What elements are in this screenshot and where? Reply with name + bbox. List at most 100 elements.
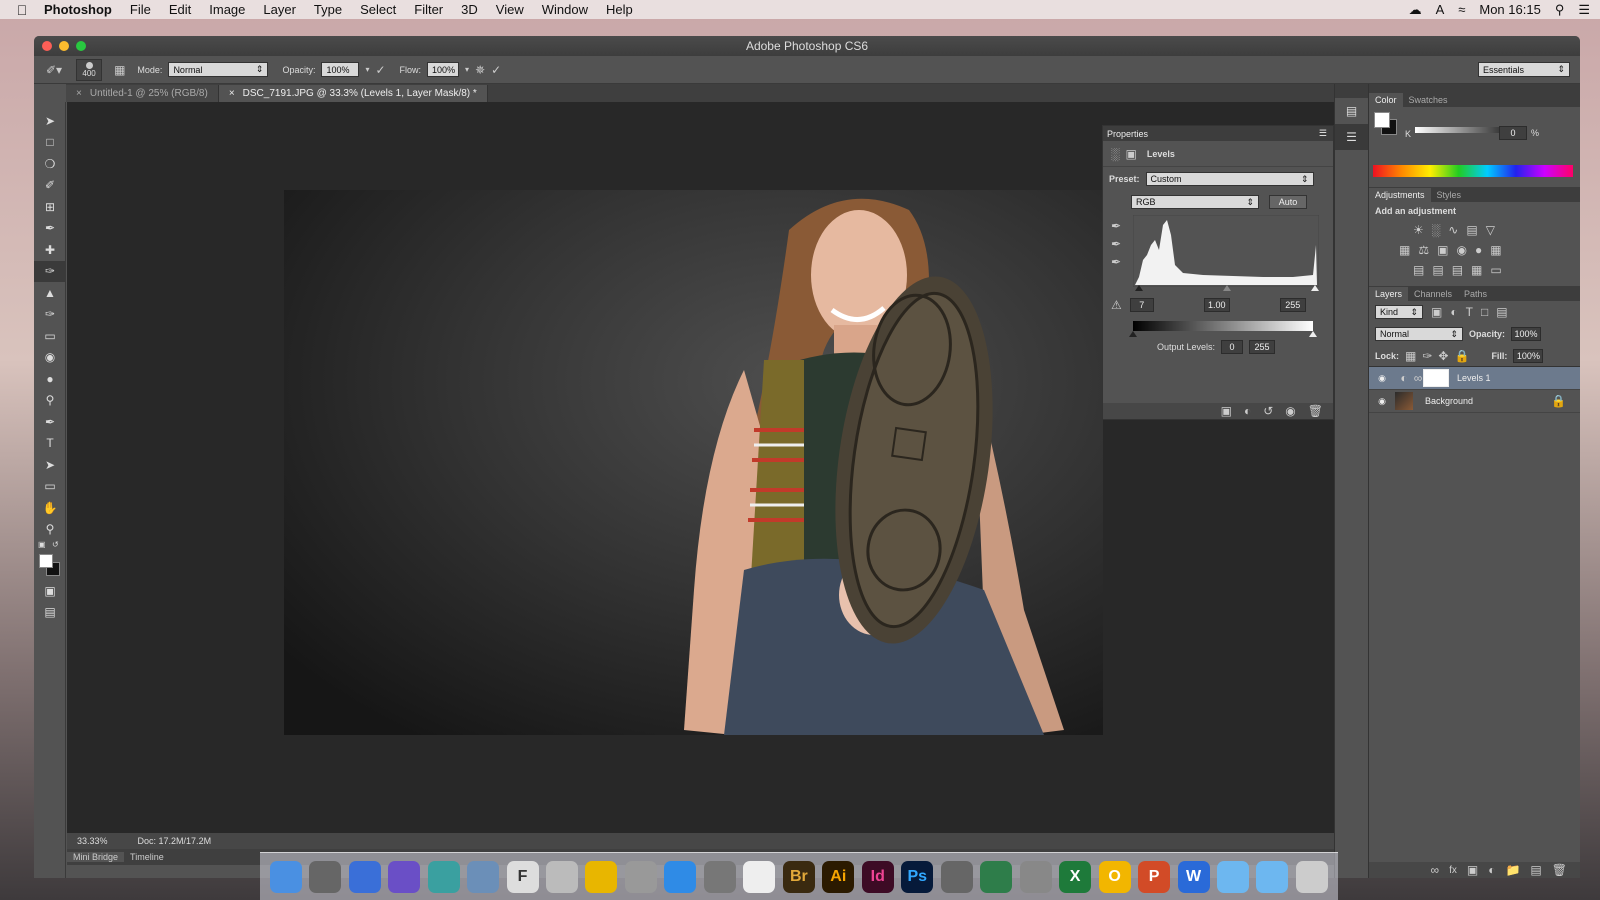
menu-window[interactable]: Window xyxy=(533,2,597,17)
layer-thumbnail[interactable] xyxy=(1395,392,1413,410)
mail-icon[interactable] xyxy=(546,860,579,893)
link-layers-icon[interactable]: ∞ xyxy=(1431,863,1440,877)
menubar-clock[interactable]: Mon 16:15 xyxy=(1479,2,1540,17)
calculate-histogram-icon[interactable]: ⚠ xyxy=(1111,298,1122,312)
minimize-window-button[interactable] xyxy=(59,41,69,51)
selective-color-icon[interactable]: ▦ xyxy=(1471,263,1482,277)
k-value-field[interactable]: 0 xyxy=(1499,126,1527,140)
input-black-field[interactable]: 7 xyxy=(1129,298,1154,312)
adobe-icon[interactable]: A xyxy=(1436,2,1445,17)
wifi-icon[interactable]: ≈ xyxy=(1458,2,1465,17)
brightness-contrast-icon[interactable]: ☀ xyxy=(1413,223,1424,237)
tab-layers[interactable]: Layers xyxy=(1369,287,1409,301)
layer-row-levels-1[interactable]: ◉ ◐ ∞ Levels 1 xyxy=(1369,367,1580,390)
font-book-icon[interactable]: F xyxy=(506,860,539,893)
menu-select[interactable]: Select xyxy=(351,2,405,17)
input-gamma-field[interactable]: 1.00 xyxy=(1203,298,1230,312)
filter-pixel-icon[interactable]: ▣ xyxy=(1431,305,1442,319)
quick-selection-tool-icon[interactable]: ✐ xyxy=(34,175,66,197)
menu-filter[interactable]: Filter xyxy=(405,2,452,17)
word-icon[interactable]: W xyxy=(1177,860,1210,893)
safari-icon[interactable] xyxy=(664,860,697,893)
lock-all-icon[interactable]: 🔒 xyxy=(1454,349,1469,363)
tab-color[interactable]: Color xyxy=(1369,93,1403,107)
healing-brush-tool-icon[interactable]: ✚ xyxy=(34,239,66,261)
screen-mode-icon[interactable]: ▤ xyxy=(34,602,66,624)
filter-type-icon[interactable]: T xyxy=(1466,305,1473,319)
document-photo[interactable] xyxy=(284,190,1103,735)
brush-tool-preset-icon[interactable]: ✐▾ xyxy=(46,63,62,77)
link-chain-icon[interactable]: ∞ xyxy=(1413,371,1423,385)
brush-size-picker[interactable]: 400 xyxy=(76,58,103,81)
color-balance-icon[interactable]: ⚖ xyxy=(1418,243,1429,257)
gradient-map-icon[interactable]: ▭ xyxy=(1490,263,1501,277)
filter-adjustment-icon[interactable]: ◐ xyxy=(1450,305,1457,319)
lock-position-icon[interactable]: ✥ xyxy=(1438,349,1448,363)
color-fg-swatch[interactable] xyxy=(1374,112,1390,128)
dvd-player-icon[interactable] xyxy=(348,860,381,893)
menu-3d[interactable]: 3D xyxy=(452,2,487,17)
pencil-app-icon[interactable] xyxy=(1019,860,1052,893)
output-black-slider[interactable] xyxy=(1129,331,1137,337)
doc-tab-dsc7191[interactable]: × DSC_7191.JPG @ 33.3% (Levels 1, Layer … xyxy=(218,85,488,102)
curves-icon[interactable]: ∿ xyxy=(1448,223,1458,237)
iphoto-icon[interactable] xyxy=(427,860,460,893)
filter-smart-object-icon[interactable]: ▤ xyxy=(1496,305,1507,319)
workspace-dropdown[interactable]: Essentials ⇕ xyxy=(1478,62,1570,77)
menu-help[interactable]: Help xyxy=(597,2,642,17)
gray-point-eyedropper-icon[interactable]: ✒ xyxy=(1111,237,1121,251)
hue-saturation-icon[interactable]: ▦ xyxy=(1399,243,1410,257)
airbrush-icon[interactable]: ✵ xyxy=(475,63,485,77)
channel-mixer-icon[interactable]: ● xyxy=(1475,243,1482,257)
properties-tab[interactable]: Properties ☰ xyxy=(1103,126,1333,141)
swap-colors-icon[interactable]: ↺ xyxy=(52,540,59,549)
history-brush-tool-icon[interactable]: ✑ xyxy=(34,304,66,326)
path-selection-tool-icon[interactable]: ➤ xyxy=(34,454,66,476)
mode-dropdown[interactable]: Normal ⇕ xyxy=(168,62,269,77)
panel-menu-icon[interactable]: ☰ xyxy=(1319,128,1333,139)
input-gamma-slider[interactable] xyxy=(1223,285,1231,291)
flow-field[interactable]: 100% xyxy=(427,62,460,77)
applications-folder-icon[interactable] xyxy=(1216,860,1249,893)
photoshop-icon[interactable]: Ps xyxy=(901,860,934,893)
color-spectrum-bar[interactable] xyxy=(1373,165,1573,177)
eye-visibility-icon[interactable]: ◉ xyxy=(1369,396,1395,407)
levels-icon[interactable]: ░ xyxy=(1432,223,1441,237)
close-window-button[interactable] xyxy=(42,41,52,51)
lasso-tool-icon[interactable]: ❍ xyxy=(34,153,66,175)
notification-center-icon[interactable]: ☰ xyxy=(1578,2,1590,18)
photo-filter-icon[interactable]: ◉ xyxy=(1456,243,1466,257)
new-adjustment-icon[interactable]: ◐ xyxy=(1488,863,1495,877)
tab-channels[interactable]: Channels xyxy=(1408,287,1458,301)
view-previous-icon[interactable]: ◐ xyxy=(1244,404,1251,418)
default-colors-icon[interactable]: ▣ xyxy=(38,540,46,549)
eraser-tool-icon[interactable]: ▭ xyxy=(34,325,66,347)
delete-layer-icon[interactable]: 🗑 xyxy=(1552,863,1567,877)
hand-tool-icon[interactable]: ✋ xyxy=(34,497,66,519)
pressure-opacity-icon[interactable]: ✓ xyxy=(375,63,385,77)
launchpad-icon[interactable] xyxy=(624,860,657,893)
trash-icon[interactable] xyxy=(1295,860,1328,893)
crop-tool-icon[interactable]: ⊞ xyxy=(34,196,66,218)
type-tool-icon[interactable]: T xyxy=(34,433,66,455)
apple-icon[interactable]:  xyxy=(0,2,44,18)
documents-folder-icon[interactable] xyxy=(1256,860,1289,893)
close-tab-icon[interactable]: × xyxy=(76,88,82,99)
tab-mini-bridge[interactable]: Mini Bridge xyxy=(67,852,125,862)
visibility-eye-icon[interactable]: ◉ xyxy=(1285,404,1295,418)
doc-size[interactable]: Doc: 17.2M/17.2M xyxy=(138,836,212,846)
layer-style-fx-icon[interactable]: fx xyxy=(1449,865,1457,876)
layer-name[interactable]: Levels 1 xyxy=(1457,373,1491,383)
delete-adjustment-icon[interactable]: 🗑 xyxy=(1308,404,1323,418)
layer-fill-field[interactable]: 100% xyxy=(1513,348,1544,363)
spotlight-icon[interactable]: ⚲ xyxy=(1555,2,1565,18)
move-tool-icon[interactable]: ➤ xyxy=(34,110,66,132)
eyedropper-tool-icon[interactable]: ✒ xyxy=(34,218,66,240)
zoom-tool-icon[interactable]: ⚲ xyxy=(34,519,66,541)
input-white-field[interactable]: 255 xyxy=(1279,298,1306,312)
indesign-icon[interactable]: Id xyxy=(861,860,894,893)
system-prefs-icon[interactable] xyxy=(703,860,736,893)
new-layer-icon[interactable]: ▤ xyxy=(1530,863,1541,877)
eye-visibility-icon[interactable]: ◉ xyxy=(1369,373,1395,384)
tab-adjustments[interactable]: Adjustments xyxy=(1369,188,1431,202)
